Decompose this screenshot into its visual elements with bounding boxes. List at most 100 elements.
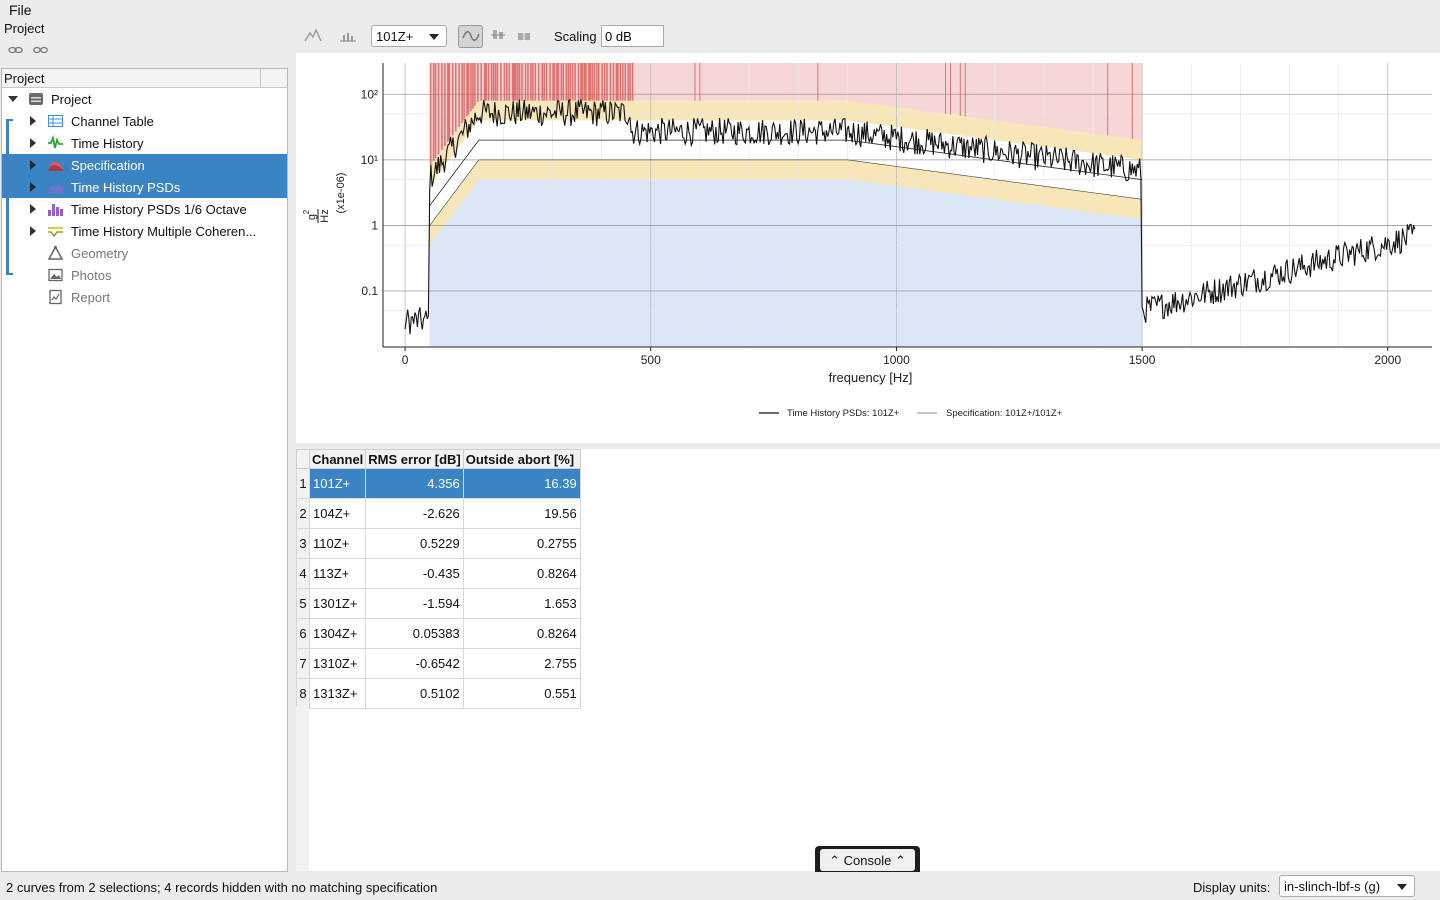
cell-channel[interactable]: 101Z+ xyxy=(308,468,367,499)
expand-arrow-icon[interactable] xyxy=(30,160,36,170)
cell-outside-abort[interactable]: 1.653 xyxy=(462,588,581,619)
cell-rms-error[interactable]: -2.626 xyxy=(365,498,464,529)
scaling-label: Scaling xyxy=(554,29,597,44)
overlay-toggle-button[interactable] xyxy=(458,25,483,48)
cell-rms-error[interactable]: -0.6542 xyxy=(365,648,464,679)
project-tree[interactable]: Project Project Channel Table Time Histo… xyxy=(1,68,288,872)
cell-rms-error[interactable]: 0.05383 xyxy=(365,618,464,649)
cell-outside-abort[interactable]: 19.56 xyxy=(462,498,581,529)
tree-item-time-history-psds[interactable]: Time History PSDs xyxy=(2,176,287,198)
cell-outside-abort[interactable]: 0.8264 xyxy=(462,618,581,649)
expand-arrow-icon[interactable] xyxy=(30,138,36,148)
menu-file[interactable]: File xyxy=(9,2,32,18)
x-tick-label: 2000 xyxy=(1374,353,1401,367)
cell-outside-abort[interactable]: 0.2755 xyxy=(462,528,581,559)
y-label-exponent: 2 xyxy=(302,209,311,214)
y-axis-label: g2 Hz(x1e-06) xyxy=(302,173,347,223)
x-tick-label: 1000 xyxy=(883,353,910,367)
table-row[interactable]: 7 1310Z+ -0.6542 2.755 xyxy=(296,648,581,679)
unlink-icon[interactable] xyxy=(33,44,48,56)
cell-rms-error[interactable]: -0.435 xyxy=(365,558,464,589)
tree-item-photos[interactable]: Photos xyxy=(2,264,287,286)
tree-item-project[interactable]: Project xyxy=(2,88,287,110)
coherence-icon xyxy=(47,223,64,239)
tree-item-geometry[interactable]: Geometry xyxy=(2,242,287,264)
channel-select[interactable]: 101Z+ xyxy=(371,25,447,47)
legend-label-spec: Specification: 101Z+/101Z+ xyxy=(946,408,1063,419)
table-row[interactable]: 8 1313Z+ 0.5102 0.551 xyxy=(296,678,581,709)
peak-tool-icon[interactable] xyxy=(304,26,322,46)
stack-horizontal-icon[interactable] xyxy=(516,26,532,46)
legend-label-measured: Time History PSDs: 101Z+ xyxy=(787,408,900,419)
cell-channel[interactable]: 110Z+ xyxy=(308,528,367,559)
tree-header[interactable]: Project xyxy=(2,69,287,88)
console-toggle[interactable]: ⌃ Console ⌃ xyxy=(815,846,920,872)
y-label-scale: (x1e-06) xyxy=(335,173,347,214)
x-tick-label: 1500 xyxy=(1129,353,1156,367)
cell-channel[interactable]: 1301Z+ xyxy=(308,588,367,619)
status-bar: 2 curves from 2 selections; 4 records hi… xyxy=(0,872,1440,900)
histogram-tool-icon[interactable] xyxy=(339,26,357,46)
table-row[interactable]: 3 110Z+ 0.5229 0.2755 xyxy=(296,528,581,559)
row-number[interactable]: 7 xyxy=(296,648,310,679)
cell-outside-abort[interactable]: 0.8264 xyxy=(462,558,581,589)
psd-icon xyxy=(47,179,64,195)
column-header-rms-error[interactable]: RMS error [dB] xyxy=(365,449,464,469)
table-row[interactable]: 4 113Z+ -0.435 0.8264 xyxy=(296,558,581,589)
menu-bar: File xyxy=(0,0,1440,20)
database-icon xyxy=(28,91,45,107)
cell-channel[interactable]: 104Z+ xyxy=(308,498,367,529)
tree-item-channel-table[interactable]: Channel Table xyxy=(2,110,287,132)
table-header-row: Channel RMS error [dB] Outside abort [%] xyxy=(296,449,581,469)
row-number[interactable]: 5 xyxy=(296,588,310,619)
waveform-icon xyxy=(47,134,64,151)
row-number[interactable]: 2 xyxy=(296,498,310,529)
cell-outside-abort[interactable]: 0.551 xyxy=(462,678,581,709)
table-row[interactable]: 6 1304Z+ 0.05383 0.8264 xyxy=(296,618,581,649)
table-row[interactable]: 2 104Z+ -2.626 19.56 xyxy=(296,498,581,529)
cell-channel[interactable]: 1310Z+ xyxy=(308,648,367,679)
column-header-channel[interactable]: Channel xyxy=(308,449,367,469)
table-row[interactable]: 1 101Z+ 4.356 16.39 xyxy=(296,468,581,499)
row-header-strip xyxy=(296,707,309,871)
row-number[interactable]: 4 xyxy=(296,558,310,589)
psd-plot[interactable]: 0 500 1000 1500 2000 0.1 1 10¹ 10² frequency [Hz]… xyxy=(296,53,1440,443)
row-number[interactable]: 1 xyxy=(296,468,310,499)
chevron-up-icon: ⌃ xyxy=(829,853,841,868)
expand-arrow-icon[interactable] xyxy=(30,226,36,236)
chevron-up-icon: ⌃ xyxy=(894,853,906,868)
chevron-down-icon xyxy=(1397,884,1407,890)
tree-item-psds-octave[interactable]: Time History PSDs 1/6 Octave xyxy=(2,198,287,220)
cell-rms-error[interactable]: 0.5102 xyxy=(365,678,464,709)
expand-arrow-icon[interactable] xyxy=(30,116,36,126)
row-number[interactable]: 6 xyxy=(296,618,310,649)
cell-channel[interactable]: 113Z+ xyxy=(308,558,367,589)
display-units-label: Display units: xyxy=(1193,880,1271,895)
cell-outside-abort[interactable]: 16.39 xyxy=(462,468,581,499)
collapse-arrow-icon[interactable] xyxy=(8,96,18,102)
row-number[interactable]: 3 xyxy=(296,528,310,559)
link-icon[interactable] xyxy=(8,44,23,56)
cell-channel[interactable]: 1304Z+ xyxy=(308,618,367,649)
results-table[interactable]: Channel RMS error [dB] Outside abort [%]… xyxy=(296,449,581,709)
display-units-select[interactable]: in-slinch-lbf-s (g) xyxy=(1279,875,1415,897)
x-tick-label: 0 xyxy=(402,353,409,367)
psd-chart-svg[interactable]: 0 500 1000 1500 2000 0.1 1 10¹ 10² frequency [Hz]… xyxy=(296,53,1440,443)
cell-rms-error[interactable]: 4.356 xyxy=(365,468,464,499)
column-header-outside-abort[interactable]: Outside abort [%] xyxy=(462,449,581,469)
expand-arrow-icon[interactable] xyxy=(30,182,36,192)
cell-rms-error[interactable]: 0.5229 xyxy=(365,528,464,559)
tree-item-report[interactable]: Report xyxy=(2,286,287,308)
tree-item-multiple-coherence[interactable]: Time History Multiple Coheren... xyxy=(2,220,287,242)
tree-item-specification[interactable]: Specification xyxy=(2,154,287,176)
cell-rms-error[interactable]: -1.594 xyxy=(365,588,464,619)
status-message: 2 curves from 2 selections; 4 records hi… xyxy=(6,880,438,895)
cell-channel[interactable]: 1313Z+ xyxy=(308,678,367,709)
table-row[interactable]: 5 1301Z+ -1.594 1.653 xyxy=(296,588,581,619)
stack-vertical-icon[interactable] xyxy=(490,26,506,46)
scaling-input[interactable] xyxy=(601,25,664,47)
row-number[interactable]: 8 xyxy=(296,678,310,709)
expand-arrow-icon[interactable] xyxy=(30,204,36,214)
cell-outside-abort[interactable]: 2.755 xyxy=(462,648,581,679)
tree-item-time-history[interactable]: Time History xyxy=(2,132,287,154)
